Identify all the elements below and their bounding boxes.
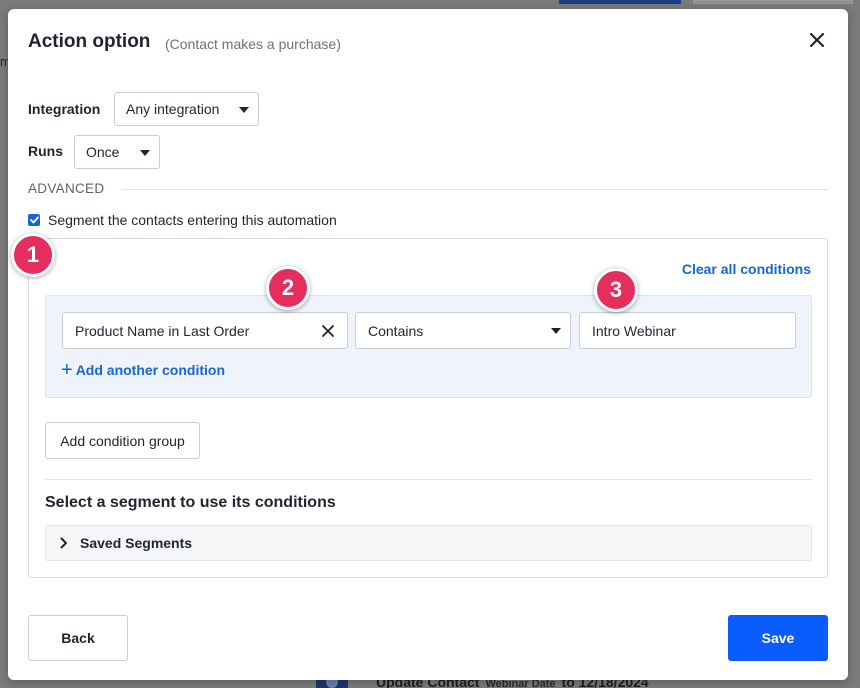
condition-value-text: Intro Webinar — [592, 322, 676, 339]
saved-segments-label: Saved Segments — [80, 535, 193, 551]
advanced-section-label: ADVANCED — [28, 181, 105, 196]
save-button-label: Save — [761, 630, 795, 646]
background-primary-button — [559, 0, 681, 4]
close-icon — [810, 33, 824, 47]
condition-operator-value: Contains — [368, 322, 424, 339]
back-button-label: Back — [61, 630, 95, 646]
condition-field-value: Product Name in Last Order — [75, 322, 250, 339]
check-icon — [29, 216, 39, 224]
modal-subtitle: (Contact makes a purchase) — [165, 36, 341, 52]
saved-segments-heading: Select a segment to use its conditions — [45, 494, 336, 511]
plus-icon: + — [61, 359, 73, 381]
save-button[interactable]: Save — [728, 615, 828, 661]
segment-conditions-panel: Clear all conditions Product Name in Las… — [28, 238, 828, 578]
clear-field-icon[interactable] — [321, 324, 335, 338]
annotation-marker-3: 3 — [594, 268, 638, 312]
back-button[interactable]: Back — [28, 615, 128, 661]
segment-checkbox-label: Segment the contacts entering this autom… — [48, 212, 337, 228]
annotation-marker-1: 1 — [11, 233, 55, 277]
condition-field-select[interactable]: Product Name in Last Order — [62, 312, 348, 349]
add-another-condition-link[interactable]: + Add another condition — [61, 359, 226, 381]
action-option-modal: Action option (Contact makes a purchase)… — [8, 9, 848, 680]
modal-title: Action option — [28, 31, 151, 52]
section-divider — [45, 479, 812, 480]
advanced-divider — [122, 189, 828, 190]
clear-all-conditions-link[interactable]: Clear all conditions — [682, 261, 811, 277]
chevron-down-icon — [551, 328, 561, 334]
add-another-condition-label: Add another condition — [75, 362, 226, 378]
condition-group: Product Name in Last Order Contains Intr… — [45, 295, 812, 398]
integration-label: Integration — [28, 101, 101, 117]
integration-select-value: Any integration — [126, 101, 220, 117]
runs-select-value: Once — [86, 144, 120, 160]
condition-value-input[interactable]: Intro Webinar — [579, 312, 796, 349]
condition-operator-select[interactable]: Contains — [355, 312, 571, 349]
chevron-down-icon — [140, 150, 150, 156]
segment-checkbox[interactable] — [28, 214, 40, 226]
annotation-marker-2: 2 — [266, 266, 310, 310]
chevron-right-icon — [60, 537, 68, 549]
background-secondary-button — [693, 0, 853, 4]
integration-select[interactable]: Any integration — [114, 92, 259, 126]
add-condition-group-button[interactable]: Add condition group — [45, 422, 200, 459]
chevron-down-icon — [239, 107, 249, 113]
saved-segments-accordion[interactable]: Saved Segments — [45, 525, 812, 561]
runs-label: Runs — [28, 143, 63, 159]
runs-select[interactable]: Once — [74, 135, 160, 169]
close-button[interactable] — [806, 29, 828, 51]
add-condition-group-label: Add condition group — [60, 432, 185, 449]
